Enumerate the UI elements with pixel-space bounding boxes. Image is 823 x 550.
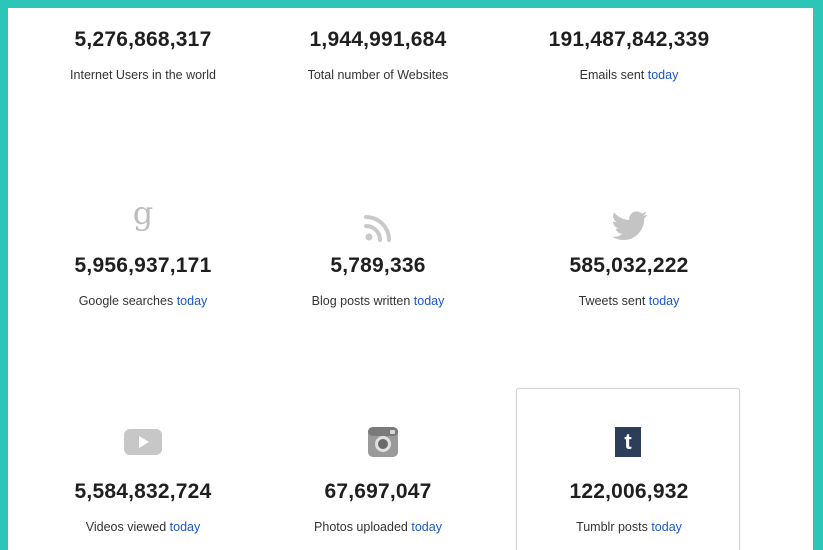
today-link[interactable]: today (649, 294, 680, 308)
stat-value: 122,006,932 (569, 480, 689, 503)
today-link[interactable]: today (651, 520, 682, 534)
tumblr-letter: t (624, 429, 632, 454)
stat-label: Emails sent today (579, 68, 679, 82)
today-link[interactable]: today (411, 520, 442, 534)
stat-label: Tumblr posts today (576, 520, 682, 534)
google-g-icon: g (123, 196, 163, 240)
stat-tumblr-posts: 122,006,932 Tumblr posts today (514, 480, 744, 534)
stat-value: 5,789,336 (330, 254, 426, 277)
stat-internet-users: 5,276,868,317 Internet Users in the worl… (28, 28, 258, 82)
tumblr-icon: t (608, 422, 648, 462)
stat-websites: 1,944,991,684 Total number of Websites (263, 28, 493, 82)
stat-label: Photos uploaded today (314, 520, 442, 534)
stat-value: 67,697,047 (324, 480, 432, 503)
stats-panel: 5,276,868,317 Internet Users in the worl… (0, 0, 823, 550)
stat-label: Total number of Websites (307, 68, 449, 82)
stat-label: Blog posts written today (311, 294, 445, 308)
today-link[interactable]: today (648, 68, 679, 82)
stat-label: Videos viewed today (85, 520, 201, 534)
stat-label: Internet Users in the world (70, 68, 216, 82)
stat-value: 585,032,222 (569, 254, 689, 277)
stat-value: 5,956,937,171 (74, 254, 212, 277)
rss-icon (358, 208, 398, 248)
stat-photos: 67,697,047 Photos uploaded today (263, 480, 493, 534)
stat-value: 5,584,832,724 (74, 480, 212, 503)
stat-emails: 191,487,842,339 Emails sent today (514, 28, 744, 82)
today-link[interactable]: today (414, 294, 445, 308)
stat-value: 191,487,842,339 (548, 28, 710, 51)
today-link[interactable]: today (177, 294, 208, 308)
twitter-bird-icon (608, 206, 652, 246)
youtube-play-icon (121, 424, 165, 460)
stat-google-searches: 5,956,937,171 Google searches today (28, 254, 258, 308)
stat-videos: 5,584,832,724 Videos viewed today (28, 480, 258, 534)
stat-blog-posts: 5,789,336 Blog posts written today (263, 254, 493, 308)
instagram-camera-icon (363, 422, 403, 462)
stat-value: 1,944,991,684 (309, 28, 447, 51)
stat-label: Tweets sent today (578, 294, 680, 308)
today-link[interactable]: today (170, 520, 201, 534)
stat-value: 5,276,868,317 (74, 28, 212, 51)
stat-label: Google searches today (78, 294, 208, 308)
stat-tweets: 585,032,222 Tweets sent today (514, 254, 744, 308)
svg-text:g: g (133, 198, 153, 232)
